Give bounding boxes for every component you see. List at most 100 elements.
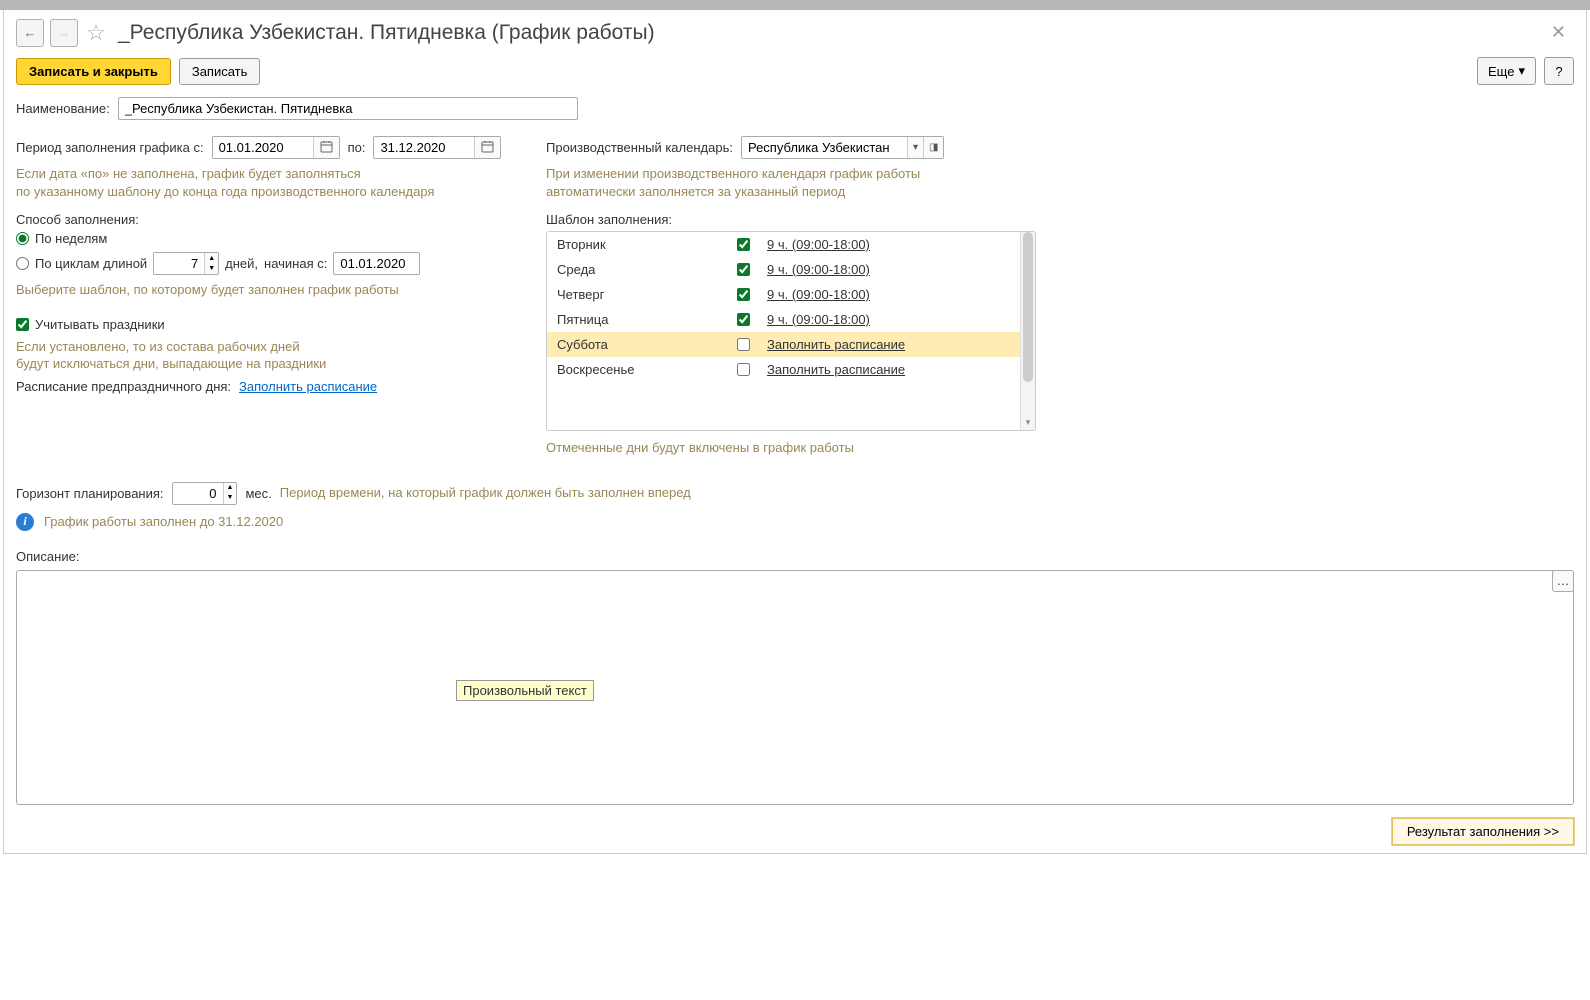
period-hint-1: Если дата «по» не заполнена, график буде… bbox=[16, 165, 516, 183]
more-label: Еще bbox=[1488, 64, 1514, 79]
calendar-open-button[interactable]: ◨ bbox=[923, 137, 943, 158]
calendar-hint-2: автоматически заполняется за указанный п… bbox=[546, 183, 1574, 201]
table-row[interactable]: Суббота Заполнить расписание bbox=[547, 332, 1035, 357]
day-checkbox[interactable] bbox=[737, 313, 750, 326]
fill-result-button[interactable]: Результат заполнения >> bbox=[1392, 818, 1574, 845]
day-name: Среда bbox=[557, 262, 727, 277]
horizon-input[interactable] bbox=[173, 483, 223, 504]
info-text: График работы заполнен до 31.12.2020 bbox=[44, 513, 283, 531]
holidays-hint-2: будут исключаться дни, выпадающие на пра… bbox=[16, 355, 516, 373]
day-schedule-link[interactable]: 9 ч. (09:00-18:00) bbox=[767, 237, 870, 252]
chevron-down-icon: ▾ bbox=[913, 142, 918, 153]
day-checkbox[interactable] bbox=[737, 238, 750, 251]
description-tooltip: Произвольный текст bbox=[456, 680, 594, 701]
horizon-down-button[interactable]: ▼ bbox=[224, 493, 237, 503]
description-textarea[interactable] bbox=[16, 570, 1574, 805]
horizon-hint: Период времени, на который график должен… bbox=[280, 484, 691, 502]
day-checkbox[interactable] bbox=[737, 338, 750, 351]
open-icon: ◨ bbox=[929, 142, 938, 153]
save-button[interactable]: Записать bbox=[179, 58, 261, 85]
day-name: Вторник bbox=[557, 237, 727, 252]
template-hint: Отмеченные дни будут включены в график р… bbox=[546, 439, 1574, 457]
page-title: _Республика Узбекистан. Пятидневка (Граф… bbox=[118, 21, 655, 45]
arrow-right-icon: → bbox=[58, 25, 71, 40]
description-label: Описание: bbox=[16, 549, 1574, 564]
description-expand-button[interactable]: … bbox=[1552, 570, 1574, 592]
holidays-label: Учитывать праздники bbox=[35, 317, 165, 332]
day-name: Четверг bbox=[557, 287, 727, 302]
more-button[interactable]: Еще ▾ bbox=[1477, 57, 1536, 85]
cycle-up-button[interactable]: ▲ bbox=[205, 253, 218, 263]
method-by-weeks-radio[interactable] bbox=[16, 232, 29, 245]
save-close-button[interactable]: Записать и закрыть bbox=[16, 58, 171, 85]
calendar-icon bbox=[481, 140, 494, 156]
day-check-wrap bbox=[737, 263, 757, 276]
day-name: Пятница bbox=[557, 312, 727, 327]
calendar-dropdown-button[interactable]: ▾ bbox=[907, 137, 923, 158]
day-check-wrap bbox=[737, 313, 757, 326]
holidays-hint-1: Если установлено, то из состава рабочих … bbox=[16, 338, 516, 356]
day-template-table[interactable]: Вторник 9 ч. (09:00-18:00) Среда 9 ч. (09:0… bbox=[546, 231, 1036, 431]
cycle-start-input[interactable] bbox=[334, 253, 419, 274]
period-to-input[interactable] bbox=[374, 137, 474, 158]
period-hint-2: по указанному шаблону до конца года прои… bbox=[16, 183, 516, 201]
template-label: Шаблон заполнения: bbox=[546, 212, 1574, 227]
horizon-label: Горизонт планирования: bbox=[16, 486, 164, 501]
preholiday-label: Расписание предпраздничного дня: bbox=[16, 379, 231, 394]
method-by-weeks-label: По неделям bbox=[35, 231, 107, 246]
day-check-wrap bbox=[737, 238, 757, 251]
calendar-hint-1: При изменении производственного календар… bbox=[546, 165, 1574, 183]
day-schedule-link[interactable]: Заполнить расписание bbox=[767, 362, 905, 377]
favorite-star-icon[interactable]: ☆ bbox=[84, 21, 108, 45]
day-check-wrap bbox=[737, 363, 757, 376]
day-checkbox[interactable] bbox=[737, 263, 750, 276]
scroll-down-icon: ▾ bbox=[1021, 417, 1035, 428]
calendar-from-button[interactable] bbox=[313, 137, 339, 158]
calendar-to-button[interactable] bbox=[474, 137, 500, 158]
name-input[interactable] bbox=[118, 97, 578, 120]
day-schedule-link[interactable]: 9 ч. (09:00-18:00) bbox=[767, 262, 870, 277]
calendar-label: Производственный календарь: bbox=[546, 140, 733, 155]
scroll-thumb[interactable] bbox=[1023, 232, 1033, 382]
fill-preholiday-link[interactable]: Заполнить расписание bbox=[239, 379, 377, 394]
day-name: Воскресенье bbox=[557, 362, 727, 377]
day-checkbox[interactable] bbox=[737, 363, 750, 376]
day-schedule-link[interactable]: Заполнить расписание bbox=[767, 337, 905, 352]
table-row[interactable]: Вторник 9 ч. (09:00-18:00) bbox=[547, 232, 1035, 257]
day-checkbox[interactable] bbox=[737, 288, 750, 301]
table-row[interactable]: Четверг 9 ч. (09:00-18:00) bbox=[547, 282, 1035, 307]
method-hint: Выберите шаблон, по которому будет запол… bbox=[16, 281, 516, 299]
table-row[interactable]: Пятница 9 ч. (09:00-18:00) bbox=[547, 307, 1035, 332]
method-by-cycles-label: По циклам длиной bbox=[35, 256, 147, 271]
nav-forward-button[interactable]: → bbox=[50, 19, 78, 47]
day-name: Суббота bbox=[557, 337, 727, 352]
name-label: Наименование: bbox=[16, 101, 110, 116]
day-check-wrap bbox=[737, 288, 757, 301]
days-label: дней, bbox=[225, 256, 258, 271]
day-schedule-link[interactable]: 9 ч. (09:00-18:00) bbox=[767, 312, 870, 327]
help-button[interactable]: ? bbox=[1544, 57, 1574, 85]
holidays-checkbox[interactable] bbox=[16, 318, 29, 331]
close-button[interactable]: ✕ bbox=[1543, 18, 1574, 47]
cycle-down-button[interactable]: ▼ bbox=[205, 263, 218, 273]
table-row[interactable]: Среда 9 ч. (09:00-18:00) bbox=[547, 257, 1035, 282]
day-check-wrap bbox=[737, 338, 757, 351]
nav-back-button[interactable]: ← bbox=[16, 19, 44, 47]
period-to-label: по: bbox=[348, 140, 366, 155]
period-from-label: Период заполнения графика с: bbox=[16, 140, 204, 155]
calendar-input[interactable] bbox=[742, 137, 907, 158]
horizon-months: мес. bbox=[245, 486, 271, 501]
method-label: Способ заполнения: bbox=[16, 212, 516, 227]
day-schedule-link[interactable]: 9 ч. (09:00-18:00) bbox=[767, 287, 870, 302]
cycle-length-input[interactable] bbox=[154, 253, 204, 274]
arrow-left-icon: ← bbox=[24, 25, 37, 40]
chevron-down-icon: ▾ bbox=[1518, 63, 1525, 79]
table-row[interactable]: Воскресенье Заполнить расписание bbox=[547, 357, 1035, 382]
calendar-icon bbox=[320, 140, 333, 156]
info-icon: i bbox=[16, 513, 34, 531]
period-from-input[interactable] bbox=[213, 137, 313, 158]
method-by-cycles-radio[interactable] bbox=[16, 257, 29, 270]
horizon-up-button[interactable]: ▲ bbox=[224, 483, 237, 493]
starting-label: начиная с: bbox=[264, 256, 327, 271]
scrollbar[interactable]: ▾ bbox=[1020, 232, 1035, 430]
